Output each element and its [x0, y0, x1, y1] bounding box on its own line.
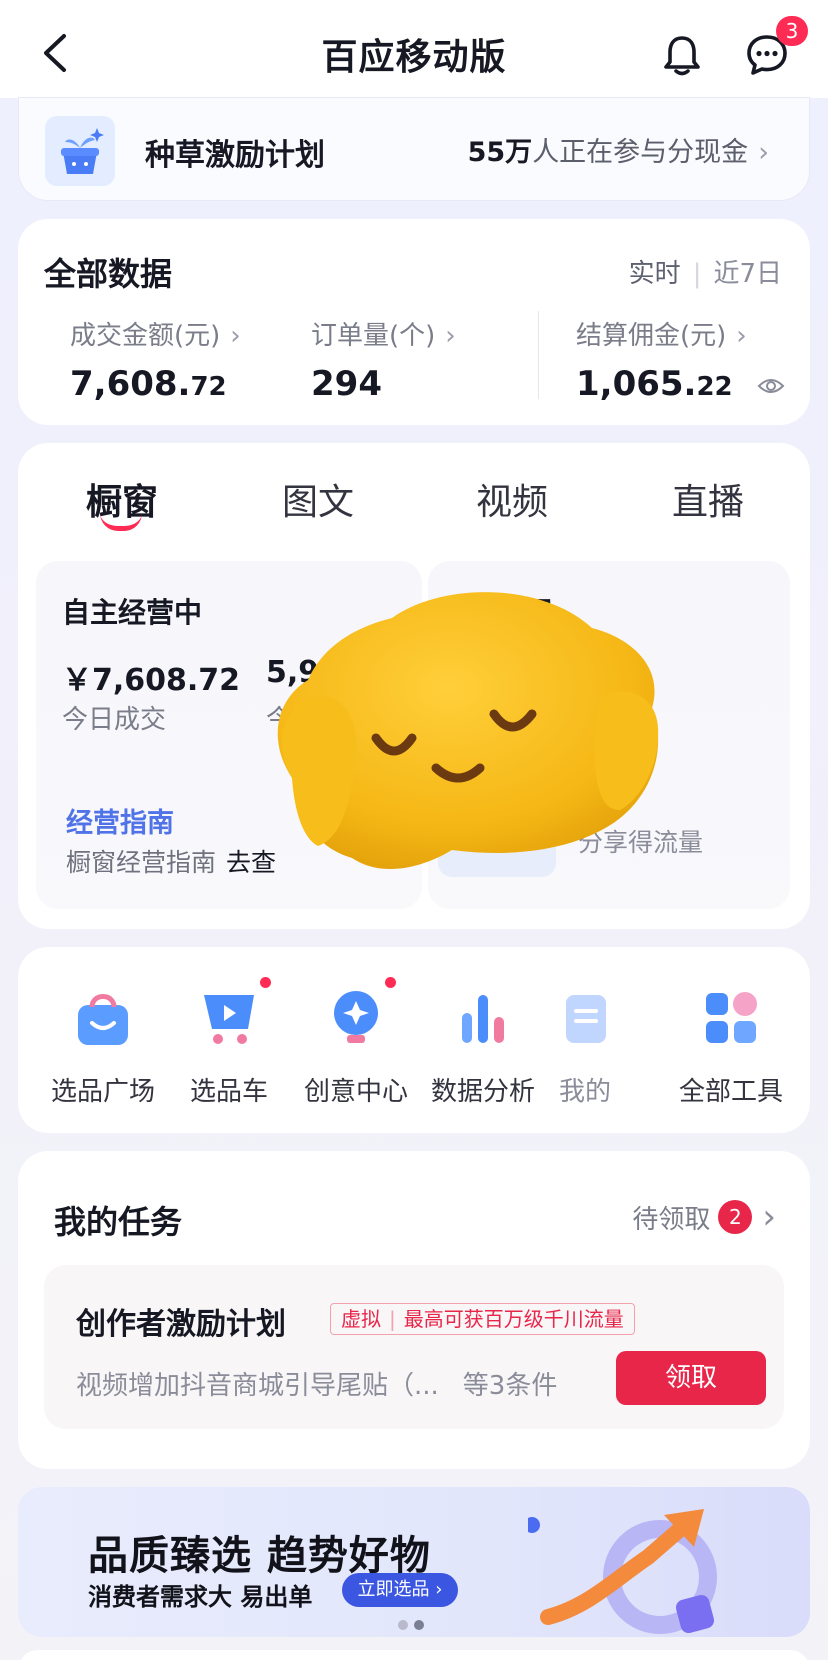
pending-count-badge: 2	[718, 1200, 753, 1234]
stats-title: 全部数据	[44, 255, 173, 293]
stats-card: 全部数据 实时 | 近7日 成交金额(元) › 7,608.72 订单量(个) › 29…	[18, 219, 810, 425]
chevron-right-icon: ›	[435, 1579, 443, 1600]
task-tag-type: 虚拟	[341, 1307, 381, 1331]
tool-data-analysis[interactable]: 数据分析	[418, 987, 548, 1108]
metric-commission[interactable]: 结算佣金(元) › 1,065.22	[576, 315, 785, 404]
chevron-right-icon: ›	[762, 1197, 776, 1237]
message-count-badge: 3	[776, 16, 808, 46]
panel-title: 自主经营中	[62, 596, 203, 629]
guide-title[interactable]: 经营指南	[66, 801, 174, 840]
metric-value: 7,608.	[70, 364, 191, 404]
metric-gmv[interactable]: 成交金额(元) › 7,608.72	[70, 315, 241, 404]
select-now-button[interactable]: 立即选品 ›	[342, 1573, 458, 1607]
tool-label: 创意中心	[303, 1077, 408, 1107]
eye-icon[interactable]	[757, 376, 785, 396]
toggle-divider: |	[692, 259, 702, 289]
metric-divider	[538, 311, 539, 399]
banner-subtitle: 消费者需求大 易出单	[88, 1583, 313, 1611]
promo-participants: 55万人正在参与分现金 ›	[468, 130, 769, 169]
tab-video[interactable]: 视频	[476, 473, 548, 525]
new-dot	[260, 977, 271, 988]
new-dot	[385, 977, 396, 988]
tool-cart[interactable]: 选品车	[164, 977, 294, 1108]
metric-label: 订单量(个)	[311, 321, 436, 351]
metric-orders[interactable]: 订单量(个) › 294	[311, 315, 456, 404]
tool-label: 数据分析	[430, 1077, 535, 1107]
carousel-dot-active	[414, 1620, 424, 1630]
tab-active-indicator	[100, 513, 142, 531]
metric-label: 成交金额(元)	[70, 321, 221, 351]
toggle-7d[interactable]: 近7日	[713, 259, 782, 289]
tasks-card: 我的任务 待领取 2 › 创作者激励计划 虚拟 | 最高可获百万级千川流量 视频增加…	[18, 1151, 810, 1469]
chevron-right-icon: ›	[445, 321, 456, 351]
grid-icon	[706, 992, 757, 1043]
tab-graphic[interactable]: 图文	[282, 473, 354, 525]
bulb-icon	[334, 991, 378, 1043]
chevron-right-icon: ›	[758, 137, 769, 168]
tool-label: 我的	[558, 1077, 611, 1107]
task-conditions: 等3条件	[462, 1371, 558, 1401]
tool-product-square[interactable]: 选品广场	[38, 987, 168, 1108]
task-name: 创作者激励计划	[76, 1307, 286, 1342]
plant-pot-icon	[45, 116, 115, 186]
tasks-title: 我的任务	[54, 1203, 183, 1241]
tool-label: 全部工具	[678, 1077, 783, 1107]
pending-tasks-link[interactable]: 待领取 2 ›	[632, 1197, 776, 1237]
task-item[interactable]: 创作者激励计划 虚拟 | 最高可获百万级千川流量 视频增加抖音商城引导尾贴（... 等…	[44, 1265, 784, 1429]
time-range-toggle: 实时 | 近7日	[629, 253, 782, 290]
chevron-right-icon: ›	[230, 321, 241, 351]
tool-label: 选品车	[189, 1077, 268, 1107]
guide-text[interactable]: 橱窗经营指南 去查	[66, 843, 276, 879]
metric-label: 结算佣金(元)	[576, 321, 727, 351]
tool-creative-center[interactable]: 创意中心	[291, 977, 421, 1108]
next-card-edge	[18, 1650, 810, 1660]
promo-banner[interactable]: 种草激励计划 55万人正在参与分现金 ›	[18, 97, 810, 201]
page-title: 百应移动版	[321, 37, 507, 78]
tab-live[interactable]: 直播	[672, 473, 744, 525]
bars-icon	[462, 995, 504, 1043]
tool-all-tools[interactable]: 全部工具	[666, 987, 796, 1108]
toggle-realtime[interactable]: 实时	[629, 259, 681, 289]
mascot-sticker	[277, 592, 659, 870]
task-desc-text: 视频增加抖音商城引导尾贴（...	[76, 1371, 439, 1401]
cart-icon	[204, 995, 254, 1044]
trend-arrow-icon	[528, 1509, 717, 1634]
promo-carousel-banner[interactable]: 品质臻选 趋势好物 消费者需求大 易出单 立即选品 ›	[18, 1487, 810, 1637]
task-tag: 虚拟 | 最高可获百万级千川流量	[330, 1303, 635, 1335]
carousel-dots	[398, 1615, 430, 1634]
top-bar: 百应移动版 3	[0, 0, 828, 98]
metric-value: 294	[311, 364, 382, 404]
today-gmv-label: 今日成交	[62, 705, 167, 735]
guide-link[interactable]: 去查	[226, 848, 276, 877]
claim-button[interactable]: 领取	[616, 1351, 766, 1405]
doc-icon	[566, 995, 606, 1043]
promo-title: 种草激励计划	[145, 138, 325, 173]
promo-count: 55万	[467, 137, 533, 168]
metric-value-decimal: 72	[190, 372, 227, 402]
select-now-label: 立即选品	[357, 1579, 430, 1600]
bell-icon[interactable]	[662, 34, 702, 76]
tools-card: 选品广场 选品车 创意中心 数据分析 我的 全部工具	[18, 947, 810, 1133]
task-description: 视频增加抖音商城引导尾贴（... 等3条件	[76, 1365, 557, 1402]
promo-suffix: 人正在参与分现金	[532, 137, 749, 168]
carousel-dot	[398, 1620, 408, 1630]
chevron-right-icon: ›	[736, 321, 747, 351]
pending-label: 待领取	[632, 1204, 711, 1235]
tag-divider: |	[389, 1307, 396, 1331]
bag-icon	[78, 994, 128, 1045]
tool-label: 选品广场	[50, 1077, 155, 1107]
today-gmv-value: ￥7,608.72	[62, 663, 241, 698]
task-tag-reward: 最高可获百万级千川流量	[403, 1307, 624, 1331]
metric-value-decimal: 22	[696, 372, 733, 402]
tool-my[interactable]: 我的	[545, 987, 625, 1108]
metric-value: 1,065.	[576, 364, 697, 404]
guide-description: 橱窗经营指南	[66, 848, 217, 877]
